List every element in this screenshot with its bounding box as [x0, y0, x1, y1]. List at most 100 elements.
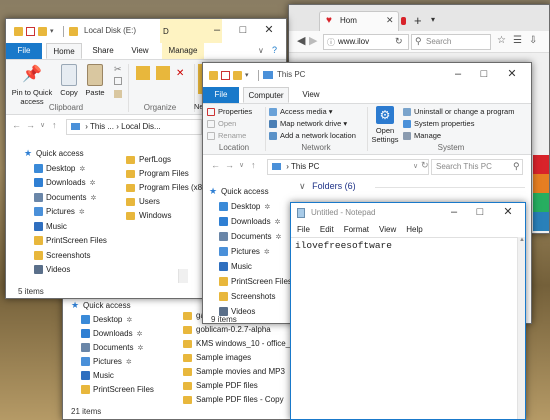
paste-shortcut-icon[interactable] [114, 90, 122, 98]
file-list-item[interactable]: goblicam-0.2.7-alpha [183, 325, 271, 335]
properties-icon[interactable] [221, 71, 230, 81]
up-icon[interactable]: ↑ [251, 160, 256, 170]
copy-to-icon[interactable] [156, 66, 170, 80]
close-button[interactable]: ✕ [256, 19, 282, 43]
file-list-item[interactable]: Sample PDF files - Copy [183, 395, 284, 405]
tab-computer[interactable]: Computer [243, 87, 289, 103]
pin-icon[interactable]: ✲ [275, 234, 281, 241]
file-list-item[interactable]: Sample images [183, 353, 251, 363]
system-properties-button[interactable]: System properties [403, 119, 474, 129]
maximize-button[interactable]: □ [467, 203, 493, 223]
browser-tab[interactable]: ♥ Hom ✕ [319, 11, 399, 31]
back-icon[interactable]: ← [211, 160, 220, 170]
nav-item[interactable]: ★ Quick access [71, 301, 131, 311]
nav-item[interactable]: Documents ✲ [81, 343, 143, 354]
close-icon[interactable]: ✕ [386, 15, 394, 26]
uninstall-button[interactable]: Uninstall or change a program [403, 107, 514, 117]
nav-item[interactable]: ★ Quick access [209, 187, 269, 197]
explorer2-address-bar[interactable]: › This PC [267, 159, 429, 175]
breadcrumb-this-pc[interactable]: This ... [90, 122, 114, 131]
chevron-down-icon[interactable]: ∨ [258, 46, 264, 55]
nav-item[interactable]: PrintScreen Files [81, 385, 154, 395]
tab-file[interactable]: File [6, 43, 42, 59]
help-icon[interactable]: ? [272, 45, 277, 55]
tab-file[interactable]: File [203, 87, 239, 103]
forward-icon[interactable]: ▶ [309, 34, 317, 47]
minimize-button[interactable]: – [441, 203, 467, 223]
nav-item[interactable]: Documents ✲ [34, 193, 96, 204]
address-dropdown-icon[interactable]: ∨ [413, 162, 418, 170]
folders-section-header[interactable]: ∨ Folders (6) [299, 181, 356, 192]
file-list-item[interactable]: KMS windows_10 - office_20 [183, 339, 299, 349]
nav-item[interactable]: Downloads ✲ [219, 217, 280, 228]
pin-icon[interactable]: ✲ [137, 345, 143, 352]
nav-item[interactable]: Desktop ✲ [219, 202, 270, 213]
pin-icon[interactable]: ✲ [264, 204, 270, 211]
menu-view[interactable]: View [379, 225, 396, 234]
properties-button[interactable]: Properties [207, 107, 252, 117]
bookmarks-icon[interactable]: ☰ [513, 35, 522, 46]
tab-view[interactable]: View [126, 43, 154, 59]
recent-chevron-icon[interactable]: ∨ [239, 161, 244, 169]
tab-view[interactable]: View [295, 87, 327, 103]
manage-button[interactable]: Manage [403, 131, 441, 141]
back-icon[interactable]: ← [12, 120, 21, 130]
move-to-icon[interactable] [136, 66, 150, 80]
star-icon[interactable]: ☆ [497, 35, 506, 46]
pin-icon[interactable]: ✲ [90, 195, 96, 202]
maximize-button[interactable]: □ [230, 19, 256, 43]
properties-icon[interactable] [26, 27, 35, 37]
back-icon[interactable]: ◀ [297, 34, 305, 47]
explorer1-scrollbar[interactable] [178, 269, 188, 283]
pin-icon[interactable]: ✲ [126, 359, 132, 366]
close-button[interactable]: ✕ [499, 63, 525, 87]
recent-chevron-icon[interactable]: ∨ [40, 121, 45, 129]
maximize-button[interactable]: □ [471, 63, 497, 87]
forward-icon[interactable]: → [225, 160, 234, 170]
browser-search-box[interactable]: ⚲ Search [411, 34, 491, 50]
pin-icon[interactable]: ✲ [126, 317, 132, 324]
nav-item[interactable]: Pictures ✲ [81, 357, 132, 368]
forward-icon[interactable]: → [26, 120, 35, 130]
breadcrumb-local-disk[interactable]: Local Dis... [121, 122, 161, 131]
nav-item[interactable]: PrintScreen Files [34, 236, 107, 246]
pin-icon[interactable]: ✲ [90, 180, 96, 187]
paste-button[interactable]: Paste [84, 64, 106, 97]
menu-format[interactable]: Format [344, 225, 369, 234]
file-list-item[interactable]: PerfLogs [126, 155, 171, 165]
breadcrumb-this-pc[interactable]: This PC [291, 162, 319, 171]
map-network-drive-button[interactable]: Map network drive ▾ [269, 119, 347, 129]
file-list-item[interactable]: Program Files (x86) [126, 183, 209, 193]
nav-item[interactable]: Downloads ✲ [81, 329, 142, 340]
file-list-item[interactable]: Windows [126, 211, 171, 221]
notepad-vertical-scrollbar[interactable]: ▲ [517, 237, 525, 419]
copy-button[interactable]: Copy [58, 64, 80, 97]
close-button[interactable]: ✕ [495, 203, 521, 223]
menu-help[interactable]: Help [406, 225, 422, 234]
menu-edit[interactable]: Edit [320, 225, 334, 234]
pin-icon[interactable]: ✲ [264, 249, 270, 256]
menu-file[interactable]: File [297, 225, 310, 234]
pin-to-quick-access-button[interactable]: 📌 Pin to Quick access [8, 64, 56, 106]
nav-item[interactable]: Desktop ✲ [34, 164, 85, 175]
new-folder-icon[interactable] [233, 71, 242, 81]
nav-item[interactable]: ★ Quick access [24, 149, 84, 159]
file-list-item[interactable]: Program Files [126, 169, 189, 179]
nav-item[interactable]: Documents ✲ [219, 232, 281, 243]
file-list-item[interactable]: Users [126, 197, 160, 207]
chevron-down-icon[interactable]: ▾ [431, 15, 435, 24]
file-list-item[interactable]: Sample PDF files [183, 381, 258, 391]
open-settings-button[interactable]: ⚙ Open Settings [369, 106, 401, 144]
nav-item[interactable]: Screenshots [219, 292, 275, 302]
download-icon[interactable]: ⇩ [529, 35, 537, 46]
pin-icon[interactable]: ✲ [79, 166, 85, 173]
nav-item[interactable]: Music [219, 262, 252, 272]
tab-share[interactable]: Share [88, 43, 118, 59]
pin-icon[interactable]: ✲ [137, 331, 143, 338]
copy-path-icon[interactable] [114, 77, 122, 85]
nav-item[interactable]: Desktop ✲ [81, 315, 132, 326]
reload-icon[interactable]: ↻ [395, 36, 403, 47]
nav-item[interactable]: Music [81, 371, 114, 381]
nav-item[interactable]: PrintScreen Files [219, 277, 292, 287]
explorer1-address-bar[interactable]: › This ... › Local Dis... [66, 119, 202, 135]
